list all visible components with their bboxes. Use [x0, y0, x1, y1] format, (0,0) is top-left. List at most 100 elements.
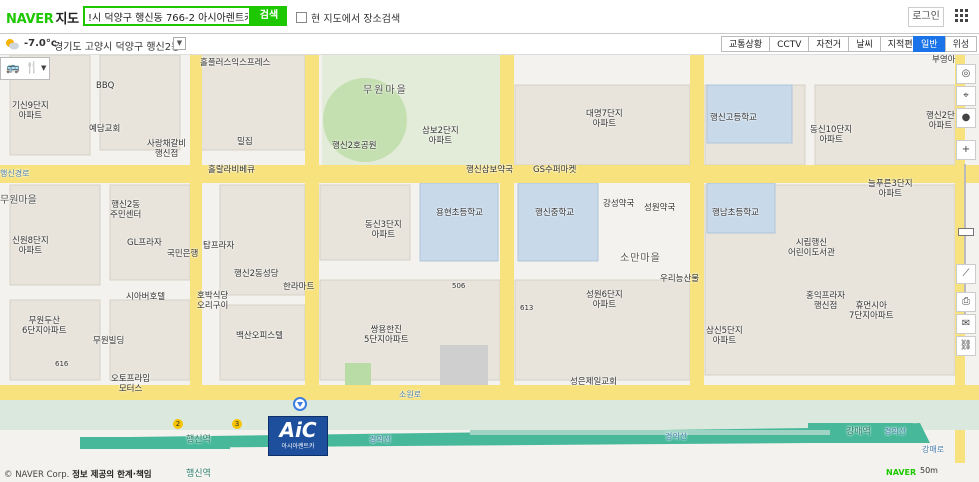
layer-traffic[interactable]: 교통상황 — [721, 36, 771, 52]
location-marker-icon[interactable] — [293, 397, 307, 411]
label-holplus[interactable]: 홀플러스익스프레스 — [200, 58, 270, 68]
label-dongsin10[interactable]: 동신10단지 아파트 — [810, 125, 852, 145]
label-road-num-2: 613 — [520, 304, 534, 312]
label-daemyung7[interactable]: 대명7단지 아파트 — [586, 109, 623, 129]
link-icon[interactable]: ⛓ — [956, 336, 976, 356]
label-road-num-3: 506 — [452, 282, 466, 290]
label-dongsin3[interactable]: 동신3단지 아파트 — [365, 220, 402, 240]
layer-bicycle[interactable]: 자전거 — [808, 36, 850, 52]
area-search-checkbox[interactable]: 현 지도에서 장소검색 — [296, 10, 400, 25]
label-tap[interactable]: 탑프라자 — [203, 241, 234, 251]
print-icon[interactable]: ⎙ — [956, 292, 976, 312]
label-gl[interactable]: GL프라자 — [127, 238, 162, 248]
view-satellite[interactable]: 위성 — [944, 36, 978, 52]
label-sidaebu[interactable]: 시아버호텔 — [126, 292, 165, 302]
location-icon[interactable]: ⌖ — [956, 86, 976, 106]
label-yedam[interactable]: 예담교회 — [89, 124, 120, 134]
compass-icon[interactable]: ◎ — [956, 64, 976, 84]
label-haengsin2-center[interactable]: 행신2동 주민센터 — [110, 200, 141, 220]
attribution: © NAVER Corp. 정보 제공의 한계·책임 — [4, 470, 152, 480]
restaurant-icon[interactable]: 🍴 — [25, 61, 39, 74]
zoom-knob[interactable] — [958, 228, 974, 236]
label-haengsin-mid[interactable]: 행신중학교 — [535, 208, 574, 218]
label-haengnam[interactable]: 행남초등학교 — [712, 208, 759, 218]
label-road-num-1: 616 — [55, 360, 69, 368]
label-sorimaul: 소만마을 — [620, 253, 661, 264]
label-gs[interactable]: GS수퍼마켓 — [533, 165, 576, 175]
label-yonghyeon[interactable]: 용현초등학교 — [436, 208, 483, 218]
label-sungwon-pharm[interactable]: 성원약국 — [644, 203, 675, 213]
label-muwon: 무원마을 — [363, 85, 408, 96]
search-input[interactable] — [85, 8, 251, 24]
view-tabs: 일반 위성 — [913, 36, 978, 52]
label-bumyoung[interactable]: 부영아 — [932, 55, 955, 65]
layer-cctv[interactable]: CCTV — [769, 36, 810, 52]
label-haengsin-station[interactable]: 행신역 — [186, 435, 211, 445]
label-hobul[interactable]: 호박식당 오리구이 — [197, 291, 228, 311]
layer-tabs: 교통상황 CCTV 자전거 날씨 지적편집도 — [721, 36, 938, 52]
label-hanra[interactable]: 한라마트 — [283, 282, 314, 292]
chevron-down-icon[interactable]: ▼ — [173, 37, 186, 50]
label-sungwon6[interactable]: 성원6단지 아파트 — [586, 290, 623, 310]
info-icon[interactable]: ● — [956, 108, 976, 128]
share-icon[interactable]: ✉ — [956, 314, 976, 334]
label-sowon-ro: 소원로 — [399, 390, 422, 399]
map-canvas[interactable]: 홀플러스익스프레스 BBQ 기신9단지 아파트 예담교회 밀집 홀랄라비베큐 사… — [0, 55, 979, 482]
label-gangmae-ro: 강매로 — [922, 445, 945, 454]
label-uri[interactable]: 우리능산물 — [660, 274, 699, 284]
label-otofraim[interactable]: 오토프라임 모터스 — [111, 374, 150, 394]
label-haengsin2-apt[interactable]: 행신2단 아파트 — [926, 111, 955, 131]
view-normal[interactable]: 일반 — [913, 36, 946, 52]
zoom-in-button[interactable]: + — [956, 140, 976, 160]
label-muwondusan[interactable]: 무원두산 6단지아파트 — [22, 316, 67, 336]
apps-grid-icon[interactable] — [955, 9, 969, 23]
label-sambo2[interactable]: 삼보2단지 아파트 — [422, 126, 459, 146]
label-ssangyong[interactable]: 쌍용한진 5단지아파트 — [364, 325, 409, 345]
label-muwon-bldg[interactable]: 무원빌딩 — [93, 336, 124, 346]
naver-small-logo: NAVER — [886, 468, 917, 477]
label-bbq[interactable]: BBQ — [96, 81, 114, 91]
label-haengsin-station-2[interactable]: 행신역 — [186, 469, 211, 479]
search-button[interactable]: 검색 — [251, 6, 287, 26]
label-muwon-left: 무원마을 — [0, 195, 37, 206]
label-gyeongui-2: 경의선 — [665, 432, 688, 441]
layer-weather[interactable]: 날씨 — [848, 36, 881, 52]
label-sirip[interactable]: 시립행신 어린이도서관 — [788, 238, 835, 258]
info-limit-link[interactable]: 정보 제공의 한계·책임 — [72, 470, 152, 480]
label-park[interactable]: 행신2호공원 — [332, 141, 377, 151]
map-tools: 🚌 🍴 ▼ — [0, 57, 50, 80]
label-humansia[interactable]: 휴먼시아 7단지아파트 — [849, 301, 894, 321]
map-scale: 50m — [920, 466, 938, 475]
label-baeksan[interactable]: 백산오피스텔 — [236, 331, 283, 341]
label-saranghae[interactable]: 사랑채갈비 행신점 — [147, 139, 186, 159]
label-samsin5[interactable]: 삼신5단지 아파트 — [706, 326, 743, 346]
label-line-2: 2 — [173, 419, 183, 429]
label-gangsung[interactable]: 강성약국 — [603, 199, 634, 209]
label-neulpurun3[interactable]: 늘푸른3단지 아파트 — [868, 179, 913, 199]
label-kookmin[interactable]: 국민은행 — [167, 249, 198, 259]
label-sinwon8[interactable]: 신원8단지 아파트 — [12, 236, 49, 256]
label-haengsin-left: 행신경로 — [0, 169, 30, 178]
label-haengsin-high[interactable]: 행신고등학교 — [710, 113, 757, 123]
label-sungeun[interactable]: 성은제일교회 — [570, 377, 617, 387]
checkbox-icon[interactable] — [296, 12, 307, 23]
label-hongik[interactable]: 홍익프라자 행신점 — [806, 291, 845, 311]
temperature: -7.0°c — [24, 38, 57, 49]
aic-logo[interactable]: AiC 아시아렌트카 — [268, 416, 328, 456]
bus-icon[interactable]: 🚌 — [6, 61, 20, 74]
login-button[interactable]: 로그인 — [908, 7, 944, 27]
ruler-icon[interactable]: ⟋ — [956, 264, 976, 284]
dropdown-icon[interactable]: ▼ — [41, 64, 46, 72]
search-box[interactable] — [83, 6, 251, 26]
map-base — [0, 55, 979, 482]
label-haengsin2-church[interactable]: 행신2동성당 — [234, 269, 279, 279]
label-holrela[interactable]: 홀랄라비베큐 — [208, 165, 255, 175]
label-mil[interactable]: 밀집 — [237, 137, 253, 147]
label-samboyak[interactable]: 행신삼보약국 — [466, 165, 513, 175]
label-gangmae[interactable]: 강매역 — [846, 427, 871, 437]
label-gisin9[interactable]: 기신9단지 아파트 — [12, 101, 49, 121]
info-bar: -7.0°c 경기도 고양시 덕양구 행신2동 ▼ 교통상황 CCTV 자전거 … — [0, 34, 979, 55]
naver-logo[interactable]: NAVER 지도 — [6, 8, 79, 27]
label-gyeongui-3: 경의선 — [884, 427, 907, 436]
top-bar: NAVER지도 검색 현 지도에서 장소검색 로그인 — [0, 0, 979, 34]
